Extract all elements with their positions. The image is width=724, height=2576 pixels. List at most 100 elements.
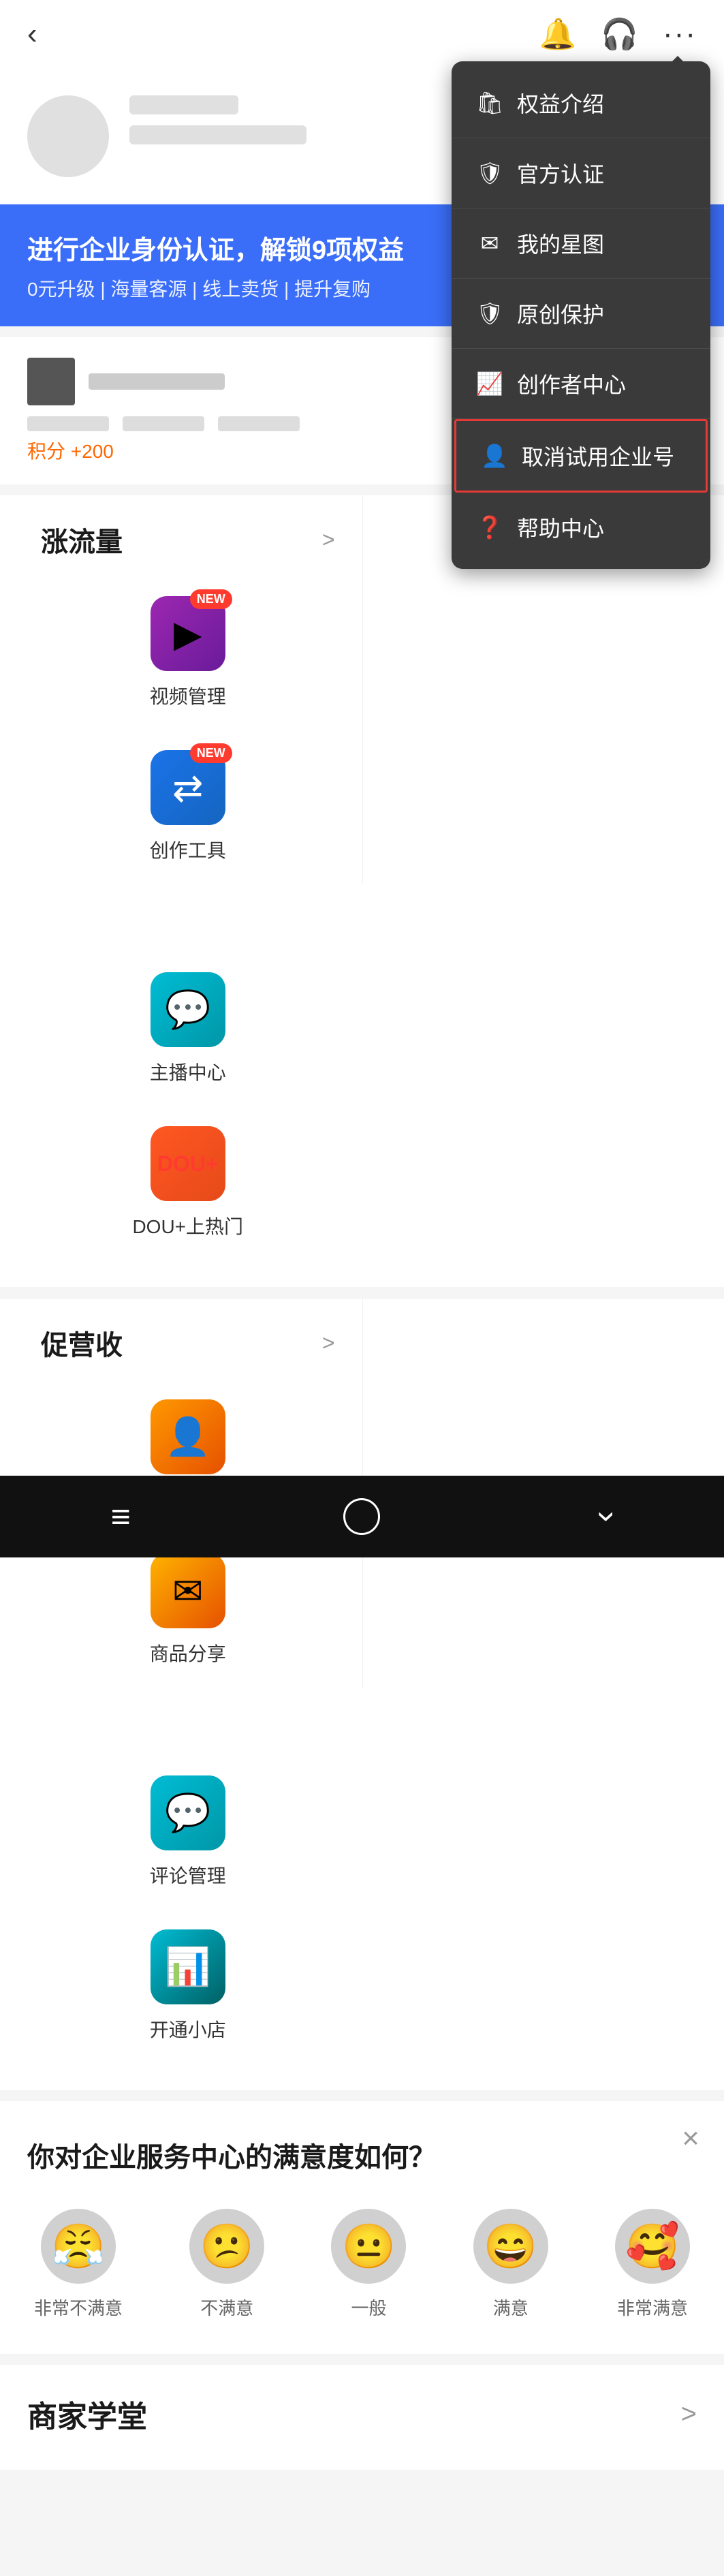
grid-item-comment-mgmt[interactable]: 💬 评论管理 — [27, 1755, 349, 1909]
function-grid-section: 涨流量 > NEW ▶ 视频管理 NEW ⇄ — [0, 495, 724, 1287]
comment-mgmt-label: 评论管理 — [150, 1861, 226, 1889]
emoji-label-very-satisfied: 非常满意 — [617, 2295, 688, 2320]
new-badge-create: NEW — [190, 743, 232, 763]
bottom-nav-menu[interactable]: ≡ — [93, 1489, 148, 1544]
menu-item-benefits[interactable]: 🛍 权益介绍 — [452, 68, 710, 138]
score-detail-blur-3 — [218, 416, 300, 431]
score-avatar-blur — [27, 358, 75, 405]
shop-icon: 📊 — [151, 1929, 225, 2004]
emoji-very-satisfied[interactable]: 🥰 非常满意 — [615, 2209, 690, 2320]
emoji-face-very-unsatisfied: 😤 — [41, 2209, 116, 2284]
help-center-label: 帮助中心 — [517, 512, 604, 543]
bottom-nav: ≡ ‹ — [0, 1476, 724, 1557]
academy-title: 商家学堂 — [27, 2392, 147, 2436]
dou-icon: DOU+ — [151, 1126, 225, 1201]
benefits-label: 权益介绍 — [517, 87, 604, 119]
menu-icon: ≡ — [111, 1497, 131, 1536]
bottom-nav-home[interactable] — [334, 1489, 389, 1544]
emoji-neutral[interactable]: 😐 一般 — [331, 2209, 406, 2320]
emoji-label-satisfied: 满意 — [493, 2295, 529, 2320]
nav-right: 🔔 🎧 ··· — [539, 16, 697, 52]
emoji-label-very-unsatisfied: 非常不满意 — [34, 2295, 123, 2320]
emoji-face-very-satisfied: 🥰 — [615, 2209, 690, 2284]
host-icon-wrapper: 💬 — [151, 972, 225, 1047]
traffic-more-button[interactable]: > — [322, 527, 335, 553]
cancel-trial-icon: 👤 — [481, 443, 508, 469]
academy-more-button[interactable]: > — [681, 2399, 697, 2430]
bottom-nav-back[interactable]: ‹ — [576, 1489, 631, 1544]
top-nav: ‹ 🔔 🎧 ··· 🛍 权益介绍 🛡 官方认证 ✉ 我的星图 🛡 原创保护 📈 … — [0, 0, 724, 68]
profile-detail-blur — [129, 125, 306, 144]
traffic-header: 涨流量 > — [27, 495, 349, 576]
dou-plus-label: DOU+上热门 — [132, 1212, 243, 1239]
grid-item-create-tools[interactable]: NEW ⇄ 创作工具 — [27, 730, 349, 884]
emoji-label-unsatisfied: 不满意 — [200, 2295, 253, 2320]
back-button[interactable]: ‹ — [27, 17, 37, 51]
emoji-satisfied[interactable]: 😄 满意 — [473, 2209, 548, 2320]
satisfaction-card: × 你对企业服务中心的满意度如何？ 😤 非常不满意 😕 不满意 😐 一般 😄 满… — [0, 2101, 724, 2354]
emoji-label-neutral: 一般 — [351, 2295, 386, 2320]
emoji-unsatisfied[interactable]: 😕 不满意 — [189, 2209, 264, 2320]
score-detail-blur-2 — [123, 416, 204, 431]
emoji-row: 😤 非常不满意 😕 不满意 😐 一般 😄 满意 🥰 非常满意 — [27, 2209, 697, 2320]
grid-item-video-mgmt[interactable]: NEW ▶ 视频管理 — [27, 576, 349, 730]
revenue-grid-section: 促营收 > 👤 私信管理 ✉ 商品分享 — [0, 1298, 724, 2090]
menu-item-star-chart[interactable]: ✉ 我的星图 — [452, 208, 710, 279]
more-button[interactable]: ··· — [663, 17, 697, 51]
traffic-title: 涨流量 — [41, 520, 123, 559]
headset-icon[interactable]: 🎧 — [601, 16, 638, 52]
official-cert-label: 官方认证 — [517, 157, 604, 189]
star-chart-icon: ✉ — [476, 230, 503, 256]
official-cert-icon: 🛡 — [476, 160, 503, 186]
open-shop-label: 开通小店 — [150, 2015, 226, 2043]
new-badge-video: NEW — [190, 589, 232, 609]
back-nav-icon: ‹ — [584, 1511, 623, 1523]
menu-item-help-center[interactable]: ❓ 帮助中心 — [452, 493, 710, 562]
help-center-icon: ❓ — [476, 514, 503, 540]
profile-name-blur — [129, 95, 238, 114]
video-mgmt-label: 视频管理 — [150, 682, 226, 709]
emoji-face-satisfied: 😄 — [473, 2209, 548, 2284]
star-chart-label: 我的星图 — [517, 228, 604, 259]
menu-item-official-cert[interactable]: 🛡 官方认证 — [452, 138, 710, 208]
traffic-col: 涨流量 > NEW ▶ 视频管理 NEW ⇄ — [14, 495, 362, 884]
satisfaction-title: 你对企业服务中心的满意度如何？ — [27, 2135, 697, 2175]
goods-icon-wrapper: ✉ — [151, 1553, 225, 1628]
grid-item-dou-plus[interactable]: DOU+ DOU+上热门 — [27, 1106, 349, 1260]
home-icon — [343, 1498, 380, 1535]
score-detail-blur-1 — [27, 416, 109, 431]
creator-center-label: 创作者中心 — [517, 368, 626, 399]
emoji-very-unsatisfied[interactable]: 😤 非常不满意 — [34, 2209, 123, 2320]
col-divider-1 — [362, 495, 363, 884]
academy-header: 商家学堂 > — [27, 2365, 697, 2449]
traffic-col-2: 💬 主播中心 DOU+ DOU+上热门 — [14, 884, 362, 1260]
bell-icon[interactable]: 🔔 — [539, 16, 576, 52]
menu-item-creator-center[interactable]: 📈 创作者中心 — [452, 349, 710, 419]
cancel-trial-label: 取消试用企业号 — [522, 440, 674, 471]
revenue-header: 促营收 > — [27, 1299, 349, 1379]
shop-icon-wrapper: 📊 — [151, 1929, 225, 2004]
video-icon-wrapper: NEW ▶ — [151, 596, 225, 671]
academy-section: 商家学堂 > — [0, 2365, 724, 2470]
grid-two-col: 涨流量 > NEW ▶ 视频管理 NEW ⇄ — [14, 495, 710, 1260]
menu-item-cancel-trial[interactable]: 👤 取消试用企业号 — [454, 419, 708, 493]
revenue-more-button[interactable]: > — [322, 1331, 335, 1356]
goods-share-label: 商品分享 — [150, 1639, 226, 1666]
satisfaction-close-button[interactable]: × — [682, 2122, 699, 2156]
original-protect-label: 原创保护 — [517, 298, 604, 329]
avatar — [27, 95, 109, 177]
creator-center-icon: 📈 — [476, 371, 503, 397]
emoji-face-neutral: 😐 — [331, 2209, 406, 2284]
create-icon-wrapper: NEW ⇄ — [151, 750, 225, 825]
private-icon: 👤 — [151, 1399, 225, 1474]
revenue-title: 促营收 — [41, 1323, 123, 1363]
revenue-grid-two-col: 促营收 > 👤 私信管理 ✉ 商品分享 — [14, 1299, 710, 2063]
emoji-face-unsatisfied: 😕 — [189, 2209, 264, 2284]
original-protect-icon: 🛡 — [476, 300, 503, 326]
comment-icon-wrapper: 💬 — [151, 1775, 225, 1850]
dou-icon-wrapper: DOU+ — [151, 1126, 225, 1201]
host-center-label: 主播中心 — [150, 1058, 226, 1085]
grid-item-open-shop[interactable]: 📊 开通小店 — [27, 1909, 349, 2063]
menu-item-original-protect[interactable]: 🛡 原创保护 — [452, 279, 710, 349]
grid-item-host-center[interactable]: 💬 主播中心 — [27, 952, 349, 1106]
